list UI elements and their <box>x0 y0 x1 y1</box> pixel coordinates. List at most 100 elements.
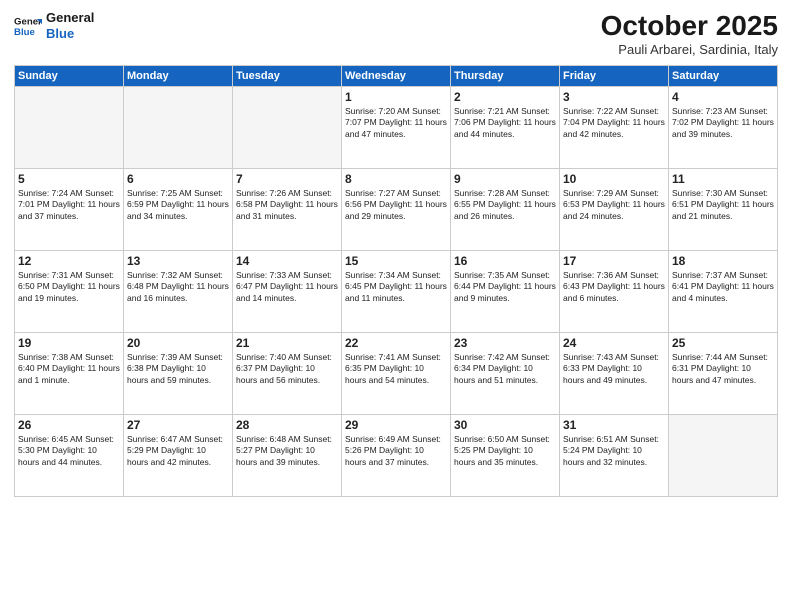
calendar-cell: 20 Sunrise: 7:39 AM Sunset: 6:38 PM Dayli… <box>124 333 233 415</box>
calendar-cell: 26Sunrise: 6:45 AM Sunset: 5:30 PM Dayli… <box>15 415 124 497</box>
day-number: 17 <box>563 254 665 268</box>
day-content: Sunrise: 7:20 AM Sunset: 7:07 PM Dayligh… <box>345 106 447 140</box>
calendar-cell: 14 Sunrise: 7:33 AM Sunset: 6:47 PM Dayli… <box>233 251 342 333</box>
day-number: 15 <box>345 254 447 268</box>
calendar-cell: 25Sunrise: 7:44 AM Sunset: 6:31 PM Dayli… <box>669 333 778 415</box>
calendar-cell: 15Sunrise: 7:34 AM Sunset: 6:45 PM Dayli… <box>342 251 451 333</box>
day-content: Sunrise: 7:33 AM Sunset: 6:47 PM Dayligh… <box>236 270 338 304</box>
day-content: Sunrise: 7:37 AM Sunset: 6:41 PM Dayligh… <box>672 270 774 304</box>
day-number: 1 <box>345 90 447 104</box>
col-tuesday: Tuesday <box>233 66 342 87</box>
day-content: Sunrise: 7:26 AM Sunset: 6:58 PM Dayligh… <box>236 188 338 222</box>
calendar-cell: 9 Sunrise: 7:28 AM Sunset: 6:55 PM Daylig… <box>451 169 560 251</box>
page: General Blue General Blue October 2025 P… <box>0 0 792 612</box>
calendar-cell: 6 Sunrise: 7:25 AM Sunset: 6:59 PM Daylig… <box>124 169 233 251</box>
day-content: Sunrise: 7:29 AM Sunset: 6:53 PM Dayligh… <box>563 188 665 222</box>
day-content: Sunrise: 7:23 AM Sunset: 7:02 PM Dayligh… <box>672 106 774 140</box>
day-number: 4 <box>672 90 774 104</box>
day-number: 28 <box>236 418 338 432</box>
calendar-cell: 19 Sunrise: 7:38 AM Sunset: 6:40 PM Dayli… <box>15 333 124 415</box>
day-number: 29 <box>345 418 447 432</box>
calendar-cell: 27Sunrise: 6:47 AM Sunset: 5:29 PM Dayli… <box>124 415 233 497</box>
day-content: Sunrise: 7:35 AM Sunset: 6:44 PM Dayligh… <box>454 270 556 304</box>
day-content: Sunrise: 7:38 AM Sunset: 6:40 PM Dayligh… <box>18 352 120 386</box>
calendar-cell: 31Sunrise: 6:51 AM Sunset: 5:24 PM Dayli… <box>560 415 669 497</box>
col-sunday: Sunday <box>15 66 124 87</box>
day-content: Sunrise: 7:36 AM Sunset: 6:43 PM Dayligh… <box>563 270 665 304</box>
calendar-cell <box>669 415 778 497</box>
calendar-cell: 2 Sunrise: 7:21 AM Sunset: 7:06 PM Daylig… <box>451 87 560 169</box>
day-number: 20 <box>127 336 229 350</box>
day-number: 12 <box>18 254 120 268</box>
calendar-week-row: 26Sunrise: 6:45 AM Sunset: 5:30 PM Dayli… <box>15 415 778 497</box>
day-number: 31 <box>563 418 665 432</box>
day-content: Sunrise: 7:28 AM Sunset: 6:55 PM Dayligh… <box>454 188 556 222</box>
day-content: Sunrise: 7:27 AM Sunset: 6:56 PM Dayligh… <box>345 188 447 222</box>
calendar-cell: 13Sunrise: 7:32 AM Sunset: 6:48 PM Dayli… <box>124 251 233 333</box>
col-wednesday: Wednesday <box>342 66 451 87</box>
calendar-cell: 8 Sunrise: 7:27 AM Sunset: 6:56 PM Daylig… <box>342 169 451 251</box>
day-content: Sunrise: 7:32 AM Sunset: 6:48 PM Dayligh… <box>127 270 229 304</box>
calendar-week-row: 5 Sunrise: 7:24 AM Sunset: 7:01 PM Daylig… <box>15 169 778 251</box>
location-subtitle: Pauli Arbarei, Sardinia, Italy <box>601 42 778 57</box>
day-number: 2 <box>454 90 556 104</box>
day-number: 6 <box>127 172 229 186</box>
day-content: Sunrise: 6:49 AM Sunset: 5:26 PM Dayligh… <box>345 434 447 468</box>
day-number: 3 <box>563 90 665 104</box>
col-thursday: Thursday <box>451 66 560 87</box>
col-monday: Monday <box>124 66 233 87</box>
day-content: Sunrise: 7:25 AM Sunset: 6:59 PM Dayligh… <box>127 188 229 222</box>
day-number: 30 <box>454 418 556 432</box>
logo: General Blue General Blue <box>14 10 94 41</box>
day-number: 21 <box>236 336 338 350</box>
day-number: 14 <box>236 254 338 268</box>
day-number: 8 <box>345 172 447 186</box>
calendar-cell: 28 Sunrise: 6:48 AM Sunset: 5:27 PM Dayli… <box>233 415 342 497</box>
calendar-cell: 18 Sunrise: 7:37 AM Sunset: 6:41 PM Dayli… <box>669 251 778 333</box>
calendar-cell: 30 Sunrise: 6:50 AM Sunset: 5:25 PM Dayli… <box>451 415 560 497</box>
calendar-header-row: Sunday Monday Tuesday Wednesday Thursday… <box>15 66 778 87</box>
calendar-cell: 3Sunrise: 7:22 AM Sunset: 7:04 PM Daylig… <box>560 87 669 169</box>
day-number: 24 <box>563 336 665 350</box>
day-number: 5 <box>18 172 120 186</box>
calendar-cell: 21 Sunrise: 7:40 AM Sunset: 6:37 PM Dayli… <box>233 333 342 415</box>
calendar-cell <box>15 87 124 169</box>
day-content: Sunrise: 7:39 AM Sunset: 6:38 PM Dayligh… <box>127 352 229 386</box>
calendar-cell: 4 Sunrise: 7:23 AM Sunset: 7:02 PM Daylig… <box>669 87 778 169</box>
calendar-cell: 10Sunrise: 7:29 AM Sunset: 6:53 PM Dayli… <box>560 169 669 251</box>
day-number: 18 <box>672 254 774 268</box>
day-content: Sunrise: 6:48 AM Sunset: 5:27 PM Dayligh… <box>236 434 338 468</box>
col-friday: Friday <box>560 66 669 87</box>
day-content: Sunrise: 6:50 AM Sunset: 5:25 PM Dayligh… <box>454 434 556 468</box>
day-number: 9 <box>454 172 556 186</box>
calendar-week-row: 19 Sunrise: 7:38 AM Sunset: 6:40 PM Dayli… <box>15 333 778 415</box>
calendar-cell: 16Sunrise: 7:35 AM Sunset: 6:44 PM Dayli… <box>451 251 560 333</box>
title-block: October 2025 Pauli Arbarei, Sardinia, It… <box>601 10 778 57</box>
day-number: 22 <box>345 336 447 350</box>
day-content: Sunrise: 7:24 AM Sunset: 7:01 PM Dayligh… <box>18 188 120 222</box>
calendar-week-row: 1 Sunrise: 7:20 AM Sunset: 7:07 PM Daylig… <box>15 87 778 169</box>
day-number: 23 <box>454 336 556 350</box>
calendar-cell: 5 Sunrise: 7:24 AM Sunset: 7:01 PM Daylig… <box>15 169 124 251</box>
calendar-week-row: 12 Sunrise: 7:31 AM Sunset: 6:50 PM Dayli… <box>15 251 778 333</box>
calendar-cell: 24Sunrise: 7:43 AM Sunset: 6:33 PM Dayli… <box>560 333 669 415</box>
svg-text:General: General <box>14 16 42 27</box>
calendar-cell: 23Sunrise: 7:42 AM Sunset: 6:34 PM Dayli… <box>451 333 560 415</box>
day-content: Sunrise: 6:45 AM Sunset: 5:30 PM Dayligh… <box>18 434 120 468</box>
day-number: 19 <box>18 336 120 350</box>
calendar-cell: 29 Sunrise: 6:49 AM Sunset: 5:26 PM Dayli… <box>342 415 451 497</box>
calendar-cell: 12 Sunrise: 7:31 AM Sunset: 6:50 PM Dayli… <box>15 251 124 333</box>
svg-text:Blue: Blue <box>14 26 35 37</box>
day-content: Sunrise: 7:40 AM Sunset: 6:37 PM Dayligh… <box>236 352 338 386</box>
day-content: Sunrise: 7:41 AM Sunset: 6:35 PM Dayligh… <box>345 352 447 386</box>
day-number: 11 <box>672 172 774 186</box>
day-content: Sunrise: 7:44 AM Sunset: 6:31 PM Dayligh… <box>672 352 774 386</box>
day-content: Sunrise: 7:31 AM Sunset: 6:50 PM Dayligh… <box>18 270 120 304</box>
day-content: Sunrise: 7:21 AM Sunset: 7:06 PM Dayligh… <box>454 106 556 140</box>
day-content: Sunrise: 6:47 AM Sunset: 5:29 PM Dayligh… <box>127 434 229 468</box>
day-number: 7 <box>236 172 338 186</box>
col-saturday: Saturday <box>669 66 778 87</box>
month-title: October 2025 <box>601 10 778 42</box>
logo-blue: Blue <box>46 26 94 42</box>
calendar-cell: 1 Sunrise: 7:20 AM Sunset: 7:07 PM Daylig… <box>342 87 451 169</box>
